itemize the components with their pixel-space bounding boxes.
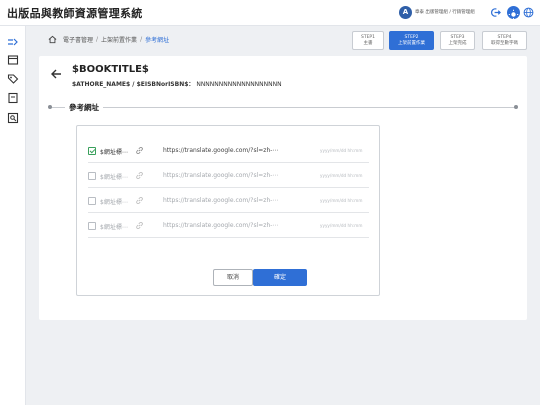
step-1[interactable]: STEP1 主書 (352, 31, 384, 50)
sidebar-tag-icon[interactable] (6, 72, 20, 86)
top-bar: 出版品與教師資源管理系統 A 章泰 出版管理組 / 行銷管理組 (0, 0, 540, 26)
section-title: 參考網址 (65, 102, 103, 113)
breadcrumb-item-ebook[interactable]: 電子書管理 (63, 35, 93, 44)
book-meta-value: NNNNNNNNNNNNNNNNNNN (196, 81, 282, 88)
sidebar-window-icon[interactable] (6, 53, 20, 67)
sidebar (0, 26, 26, 405)
reference-url[interactable]: https://translate.google.com/?sl=zh-⋯ (163, 147, 278, 154)
step-2[interactable]: STEP2 上架前置作業 (389, 31, 434, 50)
reference-checkbox[interactable] (88, 147, 96, 155)
sidebar-book-icon[interactable] (6, 91, 20, 105)
theme-icon[interactable] (507, 6, 520, 20)
step-label: 上架前置作業 (398, 41, 425, 46)
link-icon[interactable] (135, 171, 144, 180)
reference-date: yyyy/mm/dd hh:mm (320, 198, 363, 203)
confirm-button[interactable]: 確定 (253, 269, 307, 286)
reference-label: $網址標⋯ (100, 174, 128, 181)
step-4[interactable]: STEP4 取得至數字碼 (482, 31, 527, 50)
link-icon[interactable] (135, 196, 144, 205)
avatar[interactable]: A (399, 6, 412, 19)
reference-date: yyyy/mm/dd hh:mm (320, 223, 363, 228)
step-label: 取得至數字碼 (491, 41, 518, 46)
step-label: 上架完成 (448, 41, 467, 46)
reference-url[interactable]: https://translate.google.com/?sl=zh-⋯ (163, 172, 278, 179)
link-icon[interactable] (135, 221, 144, 230)
reference-row: $網址標⋯ https://translate.google.com/?sl=zh… (88, 164, 369, 188)
reference-label: $網址標⋯ (100, 199, 128, 206)
reference-url[interactable]: https://translate.google.com/?sl=zh-⋯ (163, 222, 278, 229)
step-label: 主書 (363, 41, 373, 46)
reference-date: yyyy/mm/dd hh:mm (320, 173, 363, 178)
reference-row: $網址標⋯ https://translate.google.com/?sl=zh… (88, 189, 369, 213)
breadcrumb-separator: / (140, 35, 143, 43)
reference-row: $網址標⋯ https://translate.google.com/?sl=zh… (88, 214, 369, 238)
section-divider-dot (48, 105, 52, 109)
breadcrumb: 電子書管理 / 上架前置作業 / 參考網址 (48, 33, 169, 45)
user-name[interactable]: 章泰 出版管理組 / 行銷管理組 (415, 9, 475, 15)
reference-label: $網址標⋯ (100, 149, 128, 156)
globe-icon[interactable] (523, 7, 534, 18)
breadcrumb-item-current: 參考網址 (145, 36, 170, 44)
section-divider (49, 107, 517, 108)
reference-date: yyyy/mm/dd hh:mm (320, 148, 363, 153)
sidebar-search-doc-icon[interactable] (6, 111, 20, 125)
book-meta-label: $ATHORE_NAME$ / $EISBNorISBN$： (72, 81, 195, 88)
back-arrow-icon[interactable] (50, 68, 62, 80)
reference-checkbox[interactable] (88, 222, 96, 230)
step-3[interactable]: STEP3 上架完成 (440, 31, 475, 50)
reference-panel: $網址標⋯ https://translate.google.com/?sl=zh… (76, 125, 380, 296)
main-card: $BOOKTITLE$ $ATHORE_NAME$ / $EISBNorISBN… (39, 56, 527, 320)
reference-checkbox[interactable] (88, 172, 96, 180)
reference-label: $網址標⋯ (100, 224, 128, 231)
breadcrumb-item-prep[interactable]: 上架前置作業 (101, 35, 137, 44)
home-icon[interactable] (48, 35, 57, 44)
sidebar-expand-icon[interactable] (6, 35, 20, 49)
book-title: $BOOKTITLE$ (72, 64, 149, 75)
app-title: 出版品與教師資源管理系統 (7, 7, 143, 20)
breadcrumb-separator: / (96, 35, 99, 43)
book-meta: $ATHORE_NAME$ / $EISBNorISBN$： NNNNNNNNN… (72, 79, 282, 88)
reference-url[interactable]: https://translate.google.com/?sl=zh-⋯ (163, 197, 278, 204)
reference-checkbox[interactable] (88, 197, 96, 205)
reference-row: $網址標⋯ https://translate.google.com/?sl=zh… (88, 139, 369, 163)
cancel-button[interactable]: 取消 (213, 269, 253, 286)
section-divider-dot (514, 105, 518, 109)
logout-icon[interactable] (490, 7, 501, 18)
link-icon[interactable] (135, 146, 144, 155)
